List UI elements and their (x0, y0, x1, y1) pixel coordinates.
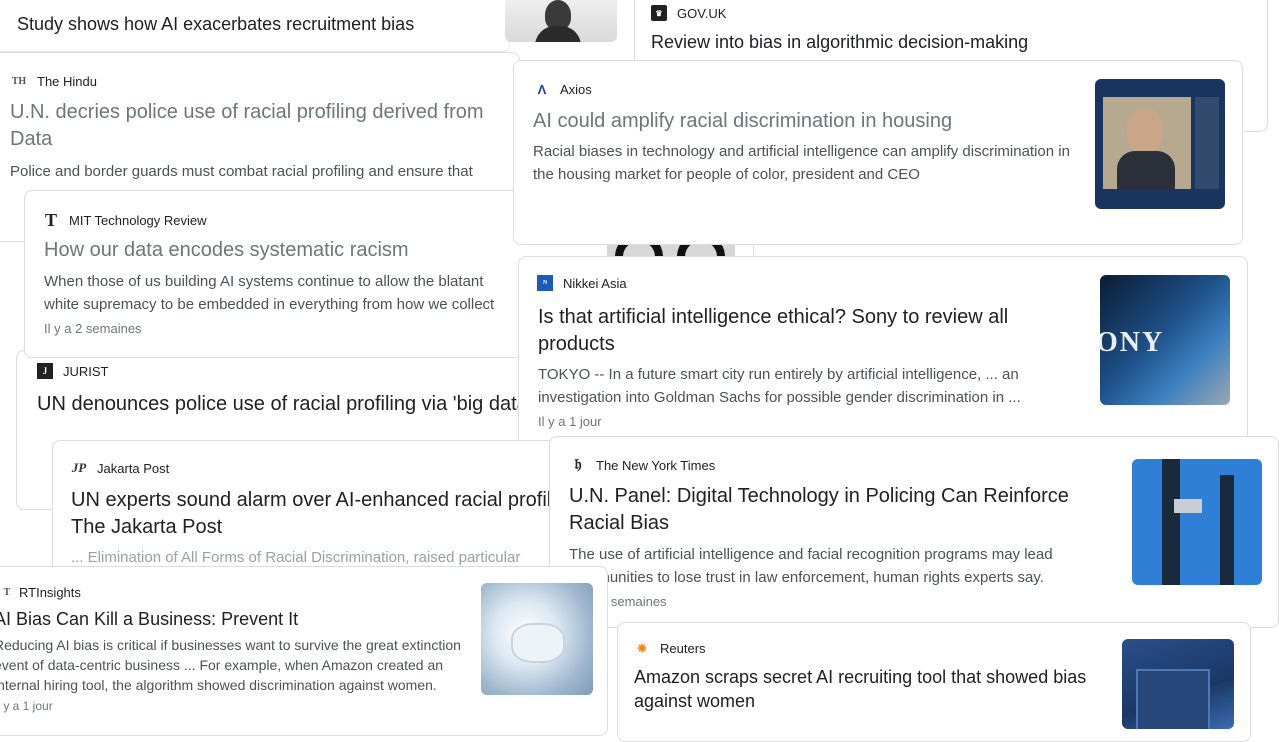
sony-sign-text: ONY (1100, 327, 1165, 358)
news-thumbnail-robot-image (481, 583, 593, 695)
news-card-jakarta[interactable]: JP Jakarta Post UN experts sound alarm o… (52, 440, 612, 580)
news-thumbnail-video-call-image (1095, 79, 1225, 209)
source-name: RTInsights (19, 584, 81, 600)
news-date: Il y a 2 semaines (44, 321, 142, 336)
news-thumbnail-sony-image: ONY (1100, 275, 1230, 405)
news-title[interactable]: U.N. Panel: Digital Technology in Polici… (569, 483, 1109, 537)
news-source: 𝔥 The New York Times (570, 457, 716, 473)
govuk-logo-icon: ♛ (651, 5, 667, 21)
source-name: Nikkei Asia (563, 275, 627, 291)
source-name: Axios (560, 81, 592, 97)
nyt-logo-icon: 𝔥 (574, 457, 582, 473)
news-snippet: Police and border guards must combat rac… (10, 163, 473, 180)
news-title[interactable]: Amazon scraps secret AI recruiting tool … (634, 665, 1104, 713)
news-date: Il y a 1 jour (538, 414, 602, 429)
news-source: Λ Axios (534, 81, 592, 97)
news-thumbnail-woman-image (505, 0, 617, 42)
news-source: T MIT Technology Review (43, 209, 207, 230)
axios-logo-icon: Λ (537, 81, 547, 97)
news-card-axios[interactable]: Λ Axios AI could amplify racial discrimi… (513, 60, 1243, 245)
source-name: GOV.UK (677, 5, 727, 21)
news-thumbnail-amazon-image (1122, 639, 1234, 729)
news-title[interactable]: Review into bias in algorithmic decision… (651, 29, 1028, 56)
news-source: N Nikkei Asia (537, 275, 627, 291)
news-card-nikkei[interactable]: N Nikkei Asia Is that artificial intelli… (518, 256, 1248, 448)
jurist-logo-icon: J (37, 363, 53, 379)
news-title[interactable]: UN denounces police use of racial profil… (37, 391, 532, 418)
news-card-nyt[interactable]: 𝔥 The New York Times U.N. Panel: Digital… (549, 436, 1279, 628)
news-title[interactable]: AI Bias Can Kill a Business: Prevent It (0, 606, 298, 633)
news-card-reuters[interactable]: ❋ Reuters Amazon scraps secret AI recrui… (617, 622, 1251, 742)
news-source: TH The Hindu (11, 73, 97, 89)
news-card-study[interactable]: Study shows how AI exacerbates recruitme… (0, 0, 510, 52)
source-name: JURIST (63, 363, 109, 379)
news-title[interactable]: AI could amplify racial discrimination i… (533, 108, 952, 135)
news-snippet: The use of artificial intelligence and f… (569, 546, 1053, 586)
news-snippet: Racial biases in technology and artifici… (533, 143, 1070, 183)
mit-tr-logo-icon: T (44, 209, 57, 230)
person-icon (1127, 109, 1163, 153)
source-name: The New York Times (596, 457, 716, 473)
rtinsights-logo-icon: T (3, 586, 11, 598)
news-title[interactable]: Is that artificial intelligence ethical?… (538, 304, 1058, 358)
nikkei-logo-icon: N (537, 275, 553, 291)
news-thumbnail-cameras-image (1132, 459, 1262, 585)
news-snippet: Reducing AI bias is critical if business… (0, 637, 461, 693)
news-date: Il y a 1 jour (0, 699, 53, 713)
robot-hand-icon (511, 623, 565, 663)
news-source: J JURIST (37, 363, 109, 379)
news-title[interactable]: UN experts sound alarm over AI-enhanced … (71, 487, 611, 541)
news-snippet: TOKYO -- In a future smart city run enti… (538, 366, 1021, 406)
source-name: Reuters (660, 640, 706, 656)
news-source: ♛ GOV.UK (651, 5, 726, 21)
news-card-rtinsights[interactable]: T RTInsights AI Bias Can Kill a Business… (0, 566, 608, 736)
source-name: MIT Technology Review (69, 212, 207, 228)
news-source: T RTInsights (0, 584, 81, 600)
news-snippet: When those of us building AI systems con… (44, 273, 495, 313)
source-name: Jakarta Post (97, 460, 170, 476)
the-hindu-logo-icon: TH (11, 75, 27, 87)
source-name: The Hindu (37, 73, 97, 89)
reuters-logo-icon: ❋ (637, 642, 647, 655)
jakarta-post-logo-icon: JP (71, 460, 87, 475)
news-source: JP Jakarta Post (71, 460, 170, 476)
news-source: ❋ Reuters (634, 640, 706, 656)
news-title[interactable]: How our data encodes systematic racism (44, 237, 409, 264)
news-title[interactable]: Study shows how AI exacerbates recruitme… (17, 11, 414, 38)
surveillance-pole-icon (1162, 459, 1180, 585)
news-title[interactable]: U.N. decries police use of racial profil… (10, 99, 510, 153)
